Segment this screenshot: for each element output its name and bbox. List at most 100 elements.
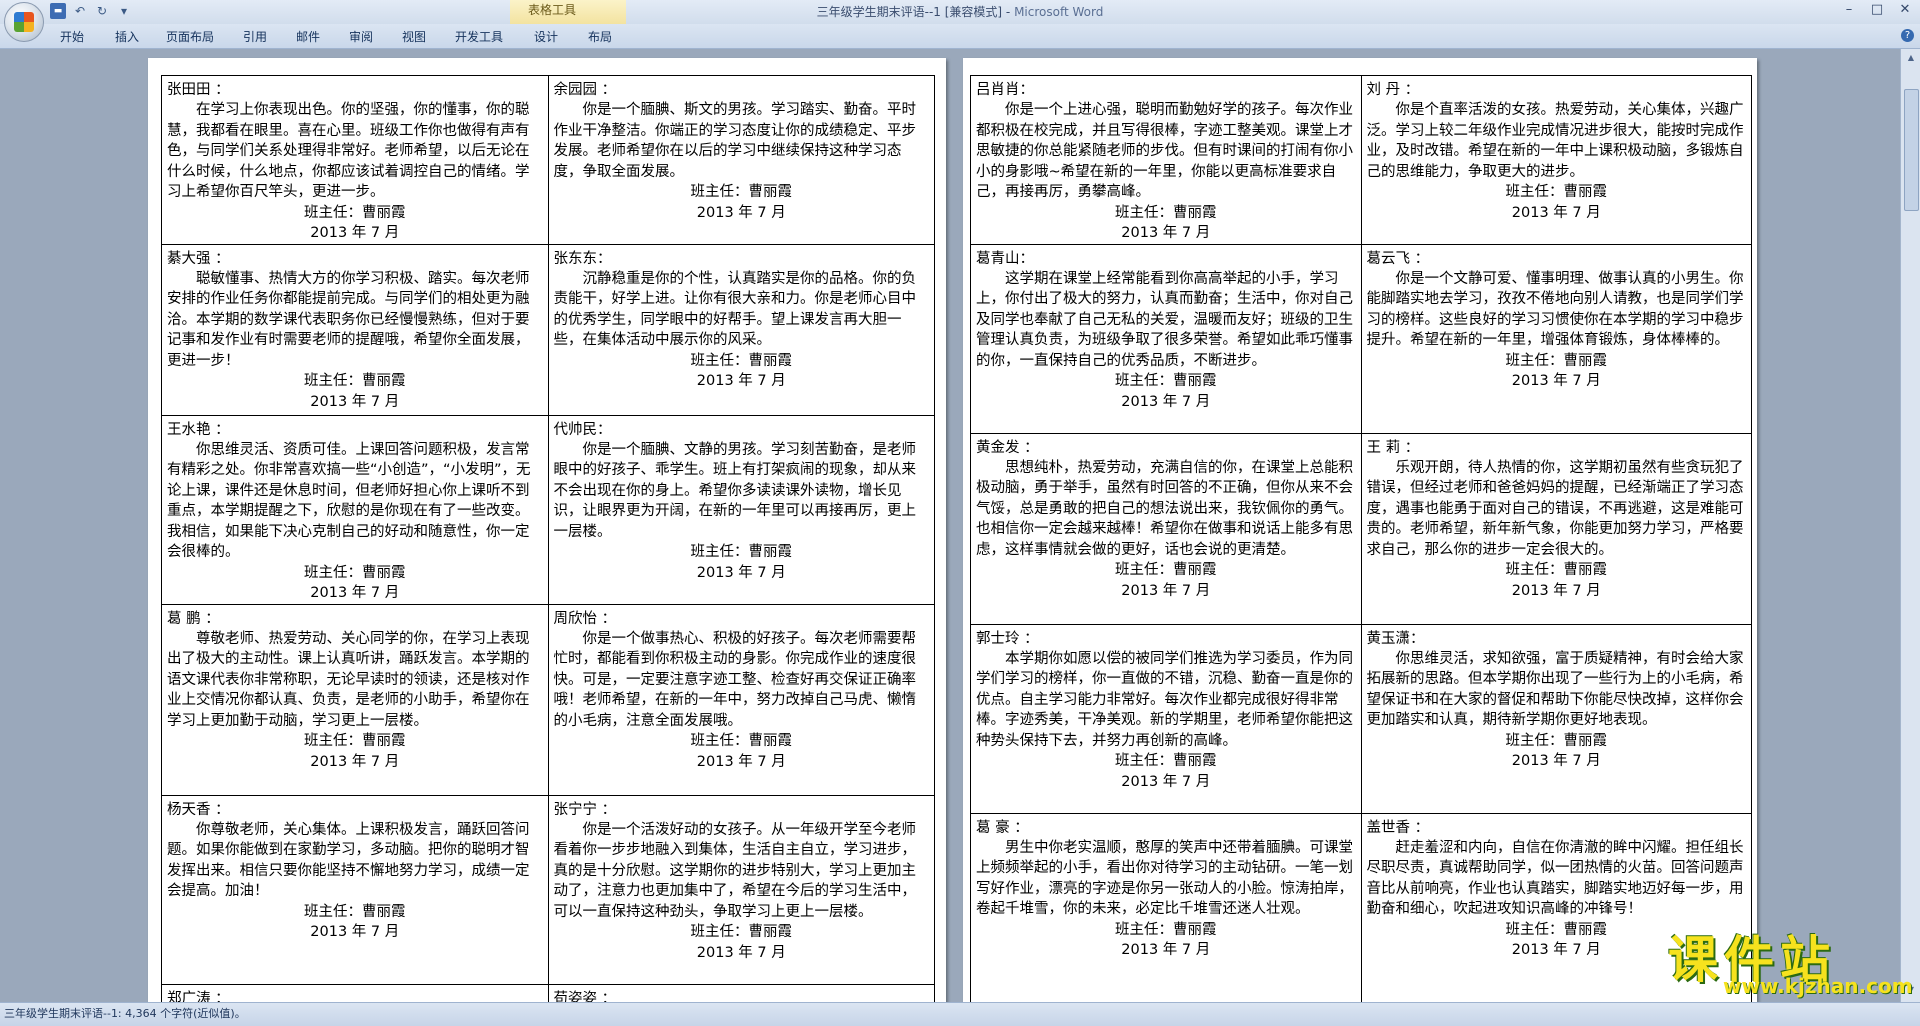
teacher-signature: 班主任：曹丽霞 [690,184,793,200]
tab-view[interactable]: 视图 [402,28,426,45]
comment-text: 你是一个活泼好动的女孩子。从一年级开学至今老师看着你一步步地融入到集体，生活自主… [553,821,917,920]
document-page-1: 张田田 ： 在学习上你表现出色。你的坚强，你的懂事，你的聪慧，我都看在眼里。喜在心… [148,58,946,1002]
table-row: 葛青山： 这学期在课堂上经常能看到你高高举起的小手，学习上，你付出了极大的努力，认… [970,243,1752,434]
comment-date: 2013 年 7 月 [1121,582,1211,599]
tab-references[interactable]: 引用 [243,28,267,45]
table-row: 杨天香 ： 你尊敬老师，关心集体。上课积极发言，踊跃回答问题。如果你能做到在家勤学… [161,794,935,985]
table-row: 郭士玲 ： 本学期你如愿以偿的被同学们推选为学习委员，作为同学们学习的榜样，你一直… [970,623,1752,814]
comment-date: 2013 年 7 月 [1121,773,1211,790]
comment-date: 2013 年 7 月 [696,373,786,389]
teacher-signature: 班主任：曹丽霞 [690,733,793,749]
maximize-icon[interactable]: □ [1870,2,1884,17]
teacher-signature: 班主任：曹丽霞 [1505,562,1608,578]
comment-cell[interactable]: 余园园 ： 你是一个腼腆、斯文的男孩。学习踏实、勤奋。平时作业干净整洁。你端正的学… [547,75,935,245]
ribbon-tabs: 开始 插入 页面布局 引用 邮件 审阅 视图 开发工具 设计 布局 ? [0,24,1920,49]
comment-cell[interactable]: 王 莉 ： 乐观开朗，待人热情的你，这学期初虽然有些贪玩犯了错误，但经过老师和爸爸… [1360,432,1752,625]
comments-table-page-2: 吕肖肖： 你是一个上进心强，聪明而勤勉好学的孩子。每次作业都积极在校完成，并且写得… [970,75,1752,1002]
teacher-signature: 班主任：曹丽霞 [1115,921,1217,938]
teacher-signature: 班主任：曹丽霞 [1115,373,1217,389]
student-name: 盖世香 ： [1366,819,1430,836]
teacher-signature: 班主任：曹丽霞 [690,924,793,940]
comment-cell[interactable]: 郑广涛 ：你思维活跃，反应迅速，课堂上总是能听到你精 [161,983,549,1003]
comment-cell[interactable]: 张宁宁 ： 你是一个活泼好动的女孩子。从一年级开学至今老师看着你一步步地融入到集体… [547,794,935,985]
comment-date: 2013 年 7 月 [696,944,786,961]
comment-text: 聪敏懂事、热情大方的你学习积极、踏实。每次老师安排的作业任务你都能提前完成。与同… [167,270,530,369]
student-name: 王 莉 ： [1366,439,1420,456]
comment-cell[interactable]: 葛 豪 ： 男生中你老实温顺，憨厚的笑声中还带着腼腆。可课堂上频频举起的小手，看出… [970,812,1362,1002]
table-row: 王水艳 ： 你思维灵活、资质可佳。上课回答问题积极，发言常有精彩之处。你非常喜欢搞… [161,414,935,605]
comment-cell[interactable]: 杨天香 ： 你尊敬老师，关心集体。上课积极发言，踊跃回答问题。如果你能做到在家勤学… [161,794,549,985]
teacher-signature: 班主任：曹丽霞 [1115,753,1217,769]
student-name: 周欣怡 ： [553,610,617,627]
student-name: 刘 丹 ： [1366,82,1420,98]
comment-text: 你是一个腼腆、斯文的男孩。学习踏实、勤奋。平时作业干净整洁。你端正的学习态度让你… [553,102,917,180]
tab-insert[interactable]: 插入 [115,28,139,45]
comment-cell[interactable]: 黄玉潇： 你思维灵活，求知欲强，富于质疑精神，有时会给大家拓展新的思路。但本学期你… [1360,623,1752,814]
comment-cell[interactable]: 葛 鹏 ： 尊敬老师、热爱劳动、关心同学的你，在学习上表现出了极大的主动性。课上认… [161,603,549,796]
tab-developer[interactable]: 开发工具 [455,28,503,45]
comment-text: 你是一个文静可爱、懂事明理、做事认真的小男生。你能脚踏实地去学习，孜孜不倦地向别… [1366,270,1744,349]
app-name: Microsoft Word [1014,5,1104,19]
student-name: 黄玉潇： [1366,630,1425,647]
comment-text: 这学期在课堂上经常能看到你高高举起的小手，学习上，你付出了极大的努力，认真而勤奋… [976,270,1353,369]
document-title: 三年级学生期末评语--1 [兼容模式] - [816,5,1015,19]
comment-text: 男生中你老实温顺，憨厚的笑声中还带着腼腆。可课堂上频频举起的小手，看出你对待学习… [976,839,1353,918]
comment-cell[interactable]: 吕肖肖： 你是一个上进心强，聪明而勤勉好学的孩子。每次作业都积极在校完成，并且写得… [970,75,1362,245]
student-name: 王水艳 ： [167,421,230,438]
comment-cell[interactable]: 王水艳 ： 你思维灵活、资质可佳。上课回答问题积极，发言常有精彩之处。你非常喜欢搞… [161,414,549,605]
comment-cell[interactable]: 苟姿姿 ：你乐观开朗，本性聪明，顽皮好动，每次看到同 [547,983,935,1003]
window-title: 三年级学生期末评语--1 [兼容模式] - Microsoft Word [0,0,1920,24]
teacher-signature: 班主任：曹丽霞 [1115,204,1217,221]
comment-text: 赶走羞涩和内向，自信在你清澈的眸中闪耀。担任组长尽职尽责，真诚帮助同学，似一团热… [1366,839,1744,918]
student-name: 苟姿姿 ： [553,990,617,1003]
comment-cell[interactable]: 刘 丹 ： 你是个直率活泼的女孩。热爱劳动，关心集体，兴趣广泛。学习上较二年级作业… [1360,75,1752,245]
comment-cell[interactable]: 张田田 ： 在学习上你表现出色。你的坚强，你的懂事，你的聪慧，我都看在眼里。喜在心… [161,75,549,245]
tab-page-layout[interactable]: 页面布局 [166,28,214,45]
comment-cell[interactable]: 张东东： 沉静稳重是你的个性，认真踏实是你的品格。你的负责能干，好学上进。让你有很… [547,243,935,416]
vertical-scrollbar[interactable]: ▲ ▼ [1900,49,1920,1002]
teacher-signature: 班主任：曹丽霞 [304,204,406,221]
watermark-logo: 课件站 www.kjzhan.com [1668,920,1918,1000]
tab-mailings[interactable]: 邮件 [296,28,320,45]
comment-cell[interactable]: 黄金发 ： 思想纯朴，热爱劳动，充满自信的你，在课堂上总能积极动脑，勇于举手，虽然… [970,432,1362,625]
teacher-signature: 班主任：曹丽霞 [304,903,406,920]
office-button[interactable] [4,2,44,42]
student-name: 黄金发 ： [976,439,1039,456]
comment-cell[interactable]: 葛云飞 ： 你是一个文静可爱、懂事明理、做事认真的小男生。你能脚踏实地去学习，孜孜… [1360,243,1752,434]
comment-date: 2013 年 7 月 [1511,753,1601,769]
table-row: 葛 鹏 ： 尊敬老师、热爱劳动、关心同学的你，在学习上表现出了极大的主动性。课上认… [161,603,935,796]
comment-date: 2013 年 7 月 [696,753,786,770]
close-icon[interactable]: ✕ [1898,2,1912,17]
comment-text: 你是个直率活泼的女孩。热爱劳动，关心集体，兴趣广泛。学习上较二年级作业完成情况进… [1366,102,1744,180]
table-row: 张田田 ： 在学习上你表现出色。你的坚强，你的懂事，你的聪慧，我都看在眼里。喜在心… [161,75,935,245]
student-name: 郑广涛 ： [167,990,230,1003]
comment-date: 2013 年 7 月 [310,393,400,410]
comment-date: 2013 年 7 月 [310,924,400,940]
scroll-up-icon[interactable]: ▲ [1905,53,1917,63]
comment-cell[interactable]: 代帅民： 你是一个腼腆、文静的男孩。学习刻苦勤奋，是老师眼中的好孩子、乖学生。班上… [547,414,935,605]
table-row: 黄金发 ： 思想纯朴，热爱劳动，充满自信的你，在课堂上总能积极动脑，勇于举手，虽然… [970,432,1752,625]
table-row: 葛 豪 ： 男生中你老实温顺，憨厚的笑声中还带着腼腆。可课堂上频频举起的小手，看出… [970,812,1752,1002]
comment-text: 思想纯朴，热爱劳动，充满自信的你，在课堂上总能积极动脑，勇于举手，虽然有时回答的… [976,459,1353,558]
comment-cell[interactable]: 綦大强 ： 聪敏懂事、热情大方的你学习积极、踏实。每次老师安排的作业任务你都能提前… [161,243,549,416]
scroll-thumb[interactable] [1904,89,1919,211]
comment-cell[interactable]: 葛青山： 这学期在课堂上经常能看到你高高举起的小手，学习上，你付出了极大的努力，认… [970,243,1362,434]
comment-date: 2013 年 7 月 [1121,225,1211,241]
document-page-2: 吕肖肖： 你是一个上进心强，聪明而勤勉好学的孩子。每次作业都积极在校完成，并且写得… [963,58,1757,1002]
tab-home[interactable]: 开始 [60,28,84,45]
tab-design[interactable]: 设计 [534,28,558,45]
table-row: 吕肖肖： 你是一个上进心强，聪明而勤勉好学的孩子。每次作业都积极在校完成，并且写得… [970,75,1752,245]
office-logo-icon [14,12,34,32]
comment-cell[interactable]: 周欣怡 ： 你是一个做事热心、积极的好孩子。每次老师需要帮忙时，都能看到你积极主动… [547,603,935,796]
help-icon[interactable]: ? [1901,29,1914,42]
comment-cell[interactable]: 郭士玲 ： 本学期你如愿以偿的被同学们推选为学习委员，作为同学们学习的榜样，你一直… [970,623,1362,814]
teacher-signature: 班主任：曹丽霞 [1505,184,1608,200]
comment-date: 2013 年 7 月 [1121,942,1211,958]
teacher-signature: 班主任：曹丽霞 [1115,562,1217,578]
tab-layout[interactable]: 布局 [588,28,612,45]
comment-text: 你思维灵活、资质可佳。上课回答问题积极，发言常有精彩之处。你非常喜欢搞一些“小创… [167,441,531,561]
minimize-icon[interactable]: – [1842,2,1856,17]
student-name: 代帅民： [553,421,612,438]
teacher-signature: 班主任：曹丽霞 [1505,352,1608,369]
tab-review[interactable]: 审阅 [349,28,373,45]
